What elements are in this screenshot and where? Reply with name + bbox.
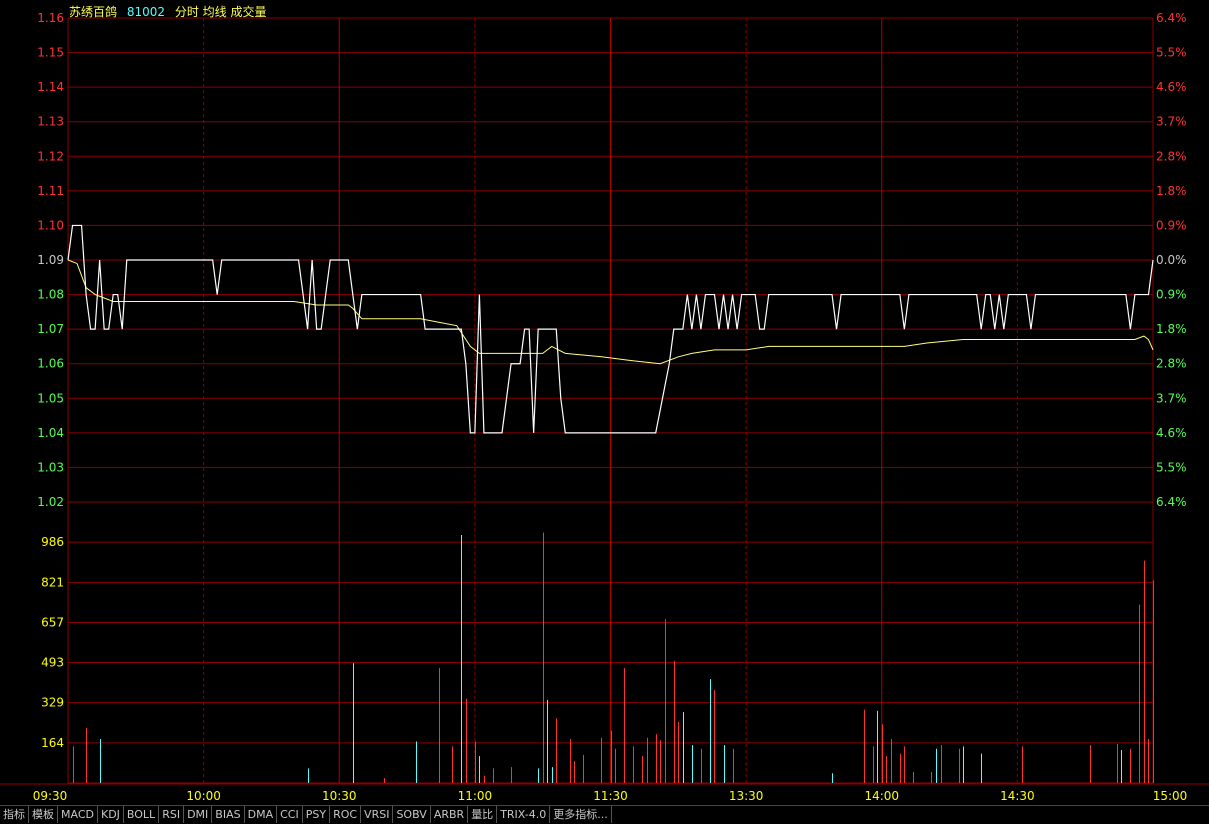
volume-tick-label: 657 [41,615,64,629]
pct-tick-label: 0.0% [1156,253,1187,267]
pct-tick-label: 1.8% [1156,184,1187,198]
indicator-tab-10[interactable]: PSY [303,806,331,823]
time-tick-label: 11:00 [458,789,493,803]
price-tick-label: 1.13 [37,115,64,129]
indicator-tab-0[interactable]: 指标 [0,806,29,823]
indicator-tab-8[interactable]: DMA [245,806,278,823]
price-tick-label: 1.02 [37,495,64,509]
pct-tick-label: 1.8% [1156,322,1187,336]
price-tick-label: 1.10 [37,218,64,232]
pct-tick-label: 2.8% [1156,357,1187,371]
pct-tick-label: 3.7% [1156,115,1187,129]
indicator-tab-7[interactable]: BIAS [212,806,245,823]
volume-tick-label: 821 [41,575,64,589]
indicator-tab-4[interactable]: BOLL [124,806,160,823]
chart-header: 苏绣百鸽 81002 分时 均线 成交量 [69,3,273,19]
pct-tick-label: 5.5% [1156,460,1187,474]
price-tick-label: 1.16 [37,11,64,25]
indicator-tab-17[interactable]: 更多指标... [550,806,612,823]
indicator-tab-9[interactable]: CCI [277,806,303,823]
pct-tick-label: 4.6% [1156,426,1187,440]
pct-tick-label: 6.4% [1156,495,1187,509]
indicator-tab-6[interactable]: DMI [184,806,213,823]
volume-tick-label: 493 [41,656,64,670]
price-tick-label: 1.12 [37,149,64,163]
indicator-tab-3[interactable]: KDJ [98,806,124,823]
pct-tick-label: 3.7% [1156,391,1187,405]
stock-name: 苏绣百鸽 [69,5,118,19]
indicator-tab-12[interactable]: VRSI [361,806,394,823]
indicator-toolbar: 指标 模板 MACD KDJ BOLL RSI DMI BIAS DMA CCI PSY ROC VRS… [0,805,1209,824]
indicator-tab-16[interactable]: TRIX-4.0 [497,806,551,823]
time-tick-label: 13:30 [729,789,764,803]
indicator-tab-15[interactable]: 量比 [468,806,498,823]
price-tick-label: 1.06 [37,357,64,371]
chart-mode-label: 分时 均线 成交量 [174,5,267,19]
intraday-chart[interactable]: 1.16 6.4% 1.15 5.5% 1.14 4.6% 1.13 3.7% 1.12 2.8%… [0,0,1209,805]
stock-code: 81002 [126,5,166,19]
price-tick-label: 1.09 [37,253,64,267]
price-tick-label: 1.07 [37,322,64,336]
time-tick-label: 11:30 [593,789,628,803]
price-tick-label: 1.11 [37,184,64,198]
volume-tick-label: 329 [41,696,64,710]
price-tick-label: 1.03 [37,460,64,474]
pct-tick-label: 5.5% [1156,46,1187,60]
indicator-tab-2[interactable]: MACD [58,806,98,823]
time-tick-label: 10:30 [322,789,357,803]
indicator-tab-5[interactable]: RSI [159,806,185,823]
price-tick-label: 1.04 [37,426,64,440]
volume-tick-label: 164 [41,736,64,750]
time-tick-label: 14:00 [864,789,899,803]
indicator-tab-14[interactable]: ARBR [431,806,469,823]
pct-tick-label: 6.4% [1156,11,1187,25]
indicator-tab-1[interactable]: 模板 [29,806,58,823]
price-tick-label: 1.05 [37,391,64,405]
price-tick-label: 1.14 [37,80,64,94]
pct-tick-label: 2.8% [1156,149,1187,163]
pct-tick-label: 4.6% [1156,80,1187,94]
price-tick-label: 1.08 [37,288,64,302]
time-tick-label: 15:00 [1153,789,1188,803]
pct-tick-label: 0.9% [1156,288,1187,302]
time-tick-label: 14:30 [1000,789,1035,803]
indicator-tab-11[interactable]: ROC [330,806,362,823]
price-tick-label: 1.15 [37,46,64,60]
volume-tick-label: 986 [41,535,64,549]
indicator-tab-13[interactable]: SOBV [393,806,431,823]
time-tick-label: 09:30 [33,789,68,803]
time-tick-label: 10:00 [186,789,221,803]
pct-tick-label: 0.9% [1156,218,1187,232]
